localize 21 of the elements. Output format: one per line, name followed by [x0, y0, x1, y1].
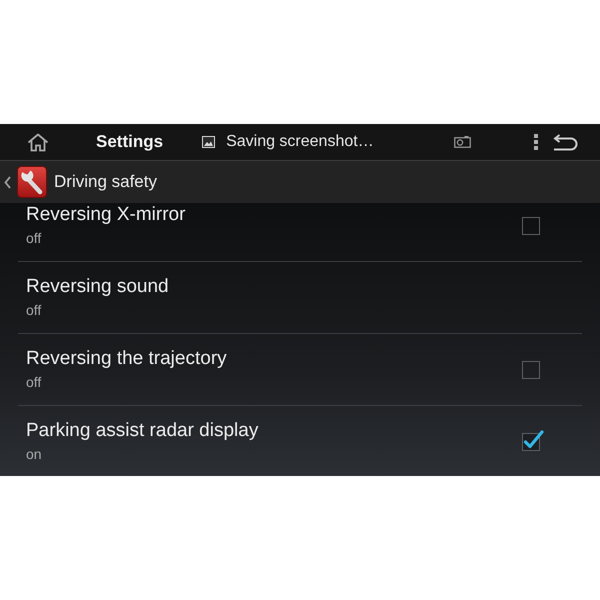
back-icon[interactable] — [552, 134, 578, 150]
setting-summary: off — [26, 301, 42, 319]
picture-icon — [202, 136, 216, 148]
setting-summary: off — [26, 373, 42, 391]
setting-summary: off — [26, 229, 42, 247]
home-icon[interactable] — [27, 132, 49, 152]
checkbox[interactable] — [522, 360, 540, 378]
checkbox[interactable] — [522, 428, 544, 450]
setting-title: Reversing the trajectory — [26, 348, 227, 370]
setting-summary: on — [26, 445, 42, 463]
checkbox[interactable] — [522, 216, 540, 234]
notification-text: Saving screenshot… — [226, 133, 374, 151]
screen-title: Driving safety — [54, 172, 157, 192]
wrench-icon[interactable] — [17, 166, 47, 198]
setting-title: Reversing X-mirror — [26, 204, 186, 226]
setting-title: Parking assist radar display — [26, 420, 258, 442]
setting-title: Reversing sound — [26, 276, 169, 298]
app-title: Settings — [96, 132, 164, 152]
chevron-left-icon[interactable] — [4, 176, 11, 188]
menu-icon[interactable] — [534, 134, 538, 150]
camera-icon[interactable] — [454, 136, 471, 148]
